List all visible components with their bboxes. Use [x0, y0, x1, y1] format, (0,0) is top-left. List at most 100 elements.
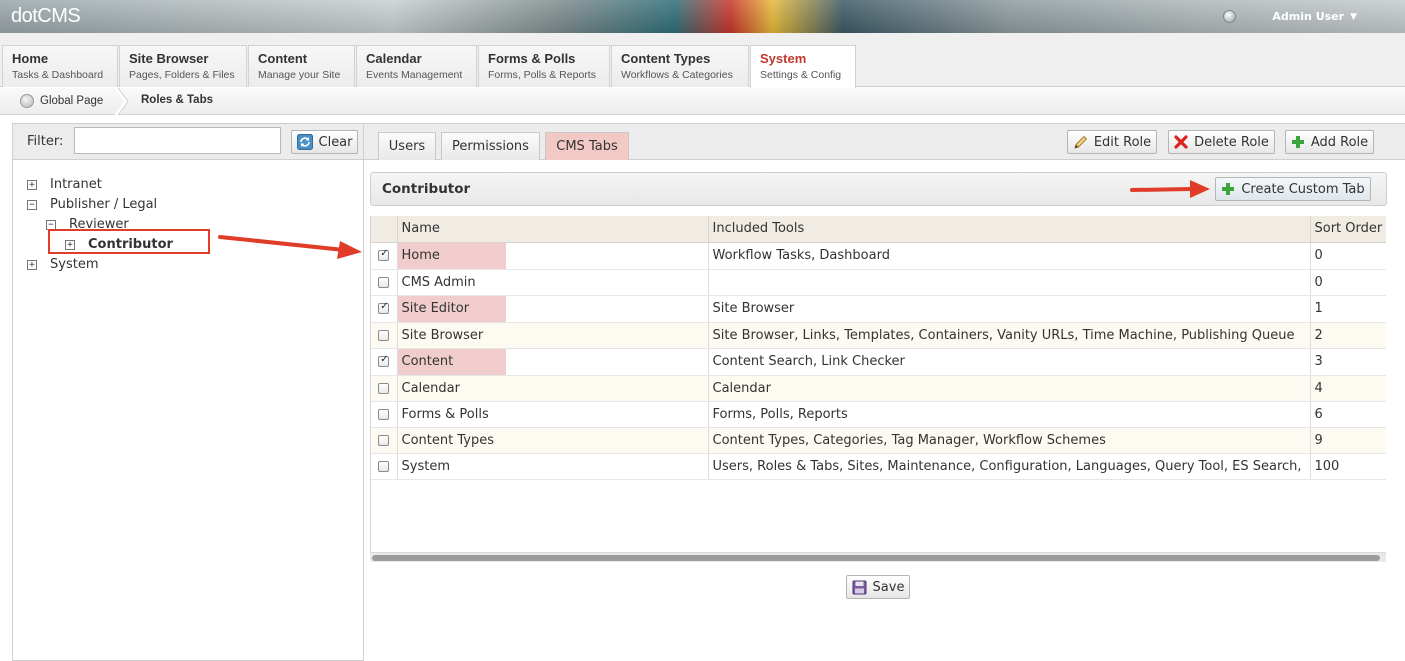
edit-role-button[interactable]: Edit Role: [1067, 130, 1157, 154]
column-header-sort-order[interactable]: Sort Order: [1310, 216, 1386, 243]
tab-tools: Forms, Polls, Reports: [708, 401, 1311, 428]
app-header: dotCMS Admin User ▼: [0, 0, 1405, 33]
nav-tab-subtitle: Workflows & Categories: [621, 69, 733, 81]
tab-name: Site Editor: [397, 295, 506, 321]
add-role-button[interactable]: Add Role: [1285, 130, 1374, 154]
tab-sort-order: 4: [1310, 375, 1386, 402]
tab-checkbox[interactable]: [378, 460, 390, 472]
nav-tab-title: Content Types: [621, 51, 711, 66]
expand-icon[interactable]: +: [27, 179, 37, 190]
filter-bar: Filter: Clear: [13, 124, 363, 160]
floppy-disk-icon: [852, 580, 867, 595]
tab-checkbox[interactable]: [378, 354, 390, 367]
column-header-included-tools[interactable]: Included Tools: [708, 216, 1311, 243]
table-row[interactable]: CMS Admin 0: [371, 269, 1386, 296]
user-name[interactable]: Admin User: [1272, 10, 1344, 23]
tree-node-label[interactable]: System: [50, 257, 98, 272]
tab-checkbox[interactable]: [378, 248, 390, 261]
tab-checkbox[interactable]: [378, 382, 390, 394]
table-row[interactable]: Site Browser Site Browser, Links, Templa…: [371, 322, 1386, 349]
table-row[interactable]: Site Editor Site Browser 1: [371, 295, 1386, 323]
collapse-icon[interactable]: −: [27, 199, 37, 210]
delete-role-label: Delete Role: [1194, 134, 1269, 150]
tab-sort-order: 1: [1310, 295, 1386, 323]
tab-permissions[interactable]: Permissions: [441, 132, 540, 160]
table-row[interactable]: Calendar Calendar 4: [371, 375, 1386, 402]
tree-node-label[interactable]: Publisher / Legal: [50, 197, 157, 212]
chevron-down-icon[interactable]: ▼: [1350, 12, 1357, 22]
clear-button[interactable]: Clear: [291, 130, 358, 154]
tree-node-system[interactable]: + System: [27, 257, 98, 272]
tab-cms-tabs[interactable]: CMS Tabs: [545, 132, 629, 160]
clear-button-label: Clear: [318, 134, 353, 150]
cms-tabs-table: Name Included Tools Sort Order Home Work…: [370, 216, 1386, 556]
tab-tools: Users, Roles & Tabs, Sites, Maintenance,…: [708, 453, 1311, 480]
tab-users[interactable]: Users: [378, 132, 436, 160]
tab-sort-order: 6: [1310, 401, 1386, 428]
annotation-arrow-icon: [1130, 180, 1210, 198]
status-indicator-icon[interactable]: [1223, 10, 1237, 23]
tab-name: System: [397, 453, 709, 480]
nav-tab-calendar[interactable]: Calendar Events Management: [356, 45, 477, 87]
red-x-icon: [1174, 135, 1188, 149]
breadcrumb-home-label: Global Page: [40, 95, 104, 107]
horizontal-scrollbar[interactable]: [370, 552, 1386, 562]
tab-tools: [708, 269, 1311, 296]
nav-tab-system[interactable]: System Settings & Config: [750, 45, 856, 88]
edit-role-label: Edit Role: [1093, 134, 1152, 150]
expand-icon[interactable]: +: [27, 259, 37, 270]
tab-checkbox[interactable]: [378, 434, 390, 446]
tree-node-publisher-legal[interactable]: − Publisher / Legal: [27, 197, 157, 212]
tab-name: Calendar: [397, 375, 709, 402]
green-plus-icon: [1291, 135, 1305, 149]
content-area: Filter: Clear + Intranet − Publisher / L…: [12, 123, 1405, 661]
table-row[interactable]: System Users, Roles & Tabs, Sites, Maint…: [371, 453, 1386, 480]
breadcrumb-separator-icon: [114, 88, 128, 115]
table-row[interactable]: Content Content Search, Link Checker 3: [371, 348, 1386, 376]
delete-role-button[interactable]: Delete Role: [1168, 130, 1275, 154]
tab-name: Content: [397, 348, 506, 374]
tab-checkbox[interactable]: [378, 408, 390, 420]
tab-checkbox[interactable]: [378, 276, 390, 288]
nav-tab-content-types[interactable]: Content Types Workflows & Categories: [611, 45, 749, 87]
save-button[interactable]: Save: [846, 575, 910, 599]
tab-name: CMS Admin: [397, 269, 709, 296]
collapse-icon[interactable]: −: [46, 219, 56, 230]
globe-icon: [20, 94, 34, 108]
tree-node-label[interactable]: Intranet: [50, 177, 102, 192]
pencil-icon: [1073, 135, 1088, 150]
tree-node-intranet[interactable]: + Intranet: [27, 177, 102, 192]
nav-tab-subtitle: Tasks & Dashboard: [12, 69, 104, 81]
main-navigation: Home Tasks & Dashboard Site Browser Page…: [0, 33, 1405, 88]
green-plus-icon: [1221, 182, 1235, 196]
user-menu[interactable]: Admin User ▼: [1223, 10, 1357, 23]
breadcrumb-home[interactable]: Global Page: [20, 94, 103, 108]
table-row[interactable]: Content Types Content Types, Categories,…: [371, 427, 1386, 454]
dotcms-logo[interactable]: dotCMS: [11, 5, 81, 28]
tab-checkbox[interactable]: [378, 301, 390, 314]
table-row[interactable]: Forms & Polls Forms, Polls, Reports 6: [371, 401, 1386, 428]
tab-sort-order: 9: [1310, 427, 1386, 454]
tab-checkbox[interactable]: [378, 329, 390, 341]
nav-tab-home[interactable]: Home Tasks & Dashboard: [2, 45, 118, 87]
role-header: Contributor Create Custom Tab: [370, 172, 1387, 206]
table-row[interactable]: Home Workflow Tasks, Dashboard 0: [371, 242, 1386, 270]
tab-tools: Workflow Tasks, Dashboard: [708, 242, 1311, 270]
add-role-label: Add Role: [1310, 134, 1369, 150]
nav-tab-title: Site Browser: [129, 51, 209, 66]
filter-input[interactable]: [74, 127, 281, 154]
nav-tab-forms-polls[interactable]: Forms & Polls Forms, Polls & Reports: [478, 45, 610, 87]
tab-sort-order: 0: [1310, 269, 1386, 296]
scrollbar-thumb[interactable]: [372, 555, 1380, 561]
tab-sort-order: 0: [1310, 242, 1386, 270]
nav-tab-title: Content: [258, 51, 308, 66]
nav-tab-site-browser[interactable]: Site Browser Pages, Folders & Files: [119, 45, 247, 87]
create-custom-tab-button[interactable]: Create Custom Tab: [1215, 177, 1371, 201]
nav-tab-subtitle: Pages, Folders & Files: [129, 69, 235, 81]
column-header-name[interactable]: Name: [397, 216, 709, 243]
tab-sort-order: 100: [1310, 453, 1386, 480]
nav-tab-title: Home: [12, 51, 49, 66]
tab-name: Forms & Polls: [397, 401, 709, 428]
nav-tab-content[interactable]: Content Manage your Site: [248, 45, 355, 87]
nav-tab-subtitle: Events Management: [366, 69, 463, 81]
